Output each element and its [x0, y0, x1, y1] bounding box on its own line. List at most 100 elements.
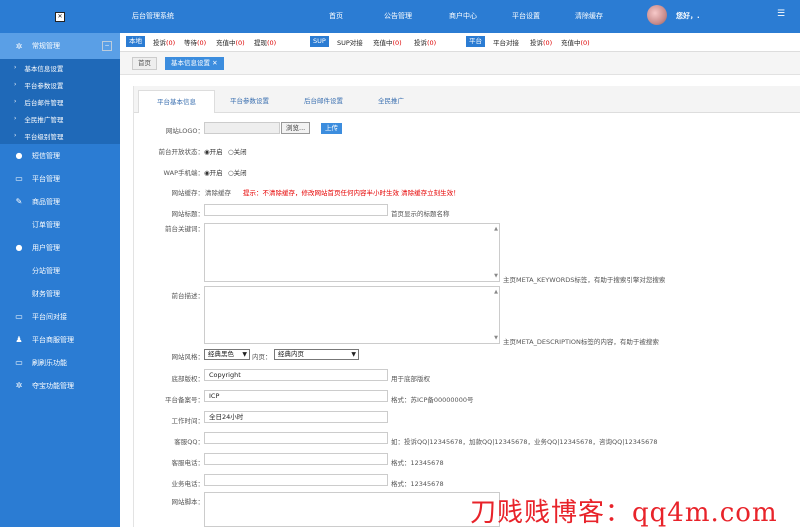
sidebar-item-sms[interactable]: ● 短信管理 — [0, 144, 120, 167]
logo-file-input[interactable] — [204, 122, 280, 134]
scroll-down-icon[interactable]: ▼ — [494, 273, 498, 279]
status-item[interactable]: SUP对接 — [337, 37, 363, 47]
app-title: 后台管理系统 — [132, 12, 174, 20]
tab-mail-settings[interactable]: 后台邮件设置 — [304, 95, 343, 105]
tab-platform-params[interactable]: 平台参数设置 — [230, 95, 269, 105]
user-greeting[interactable]: 您好，. — [676, 11, 700, 21]
scroll-up-icon[interactable]: ▲ — [494, 226, 498, 232]
sidebar-item-substations[interactable]: 分站管理 — [0, 259, 120, 282]
radio-wap-off[interactable]: ○关闭 — [228, 167, 247, 177]
icp-input[interactable]: ICP — [204, 390, 388, 402]
title-label: 网站标题： — [171, 210, 205, 218]
qq-input[interactable] — [204, 432, 388, 444]
business-phone-input[interactable] — [204, 474, 388, 486]
status-bar: 本地 投诉(0) 等待(0) 充值中(0) 提现(0) SUP SUP对接 充值… — [120, 33, 800, 52]
sidebar-subitem[interactable]: › 基本信息设置 — [0, 59, 120, 76]
watermark: 刀贱贱博客：qq4m.com — [470, 498, 778, 528]
sup-tag: SUP — [310, 36, 329, 47]
clear-cache-link[interactable]: 清除缓存 — [205, 187, 231, 197]
sidebar-subitem[interactable]: › 平台参数设置 — [0, 76, 120, 93]
status-item[interactable]: 平台对接 — [493, 37, 519, 47]
status-item[interactable]: 充值中(0) — [561, 37, 590, 47]
icp-label: 平台备案号： — [165, 396, 204, 404]
sidebar-item-orders[interactable]: 订单管理 — [0, 213, 120, 236]
nav-announcements[interactable]: 公告管理 — [384, 11, 412, 21]
description-textarea[interactable]: ▲ ▼ — [204, 286, 500, 344]
style-label: 网站风格： — [171, 353, 205, 361]
phone-hint: 格式：12345678 — [391, 459, 444, 467]
nav-home[interactable]: 首页 — [329, 11, 343, 21]
hours-input[interactable]: 全日24小时 — [204, 411, 388, 423]
qq-label: 客服QQ： — [174, 438, 204, 446]
business-phone-label: 业务电话： — [171, 480, 205, 488]
nav-platform-settings[interactable]: 平台设置 — [512, 11, 540, 21]
hours-label: 工作时间： — [171, 417, 205, 425]
location-pin-icon: ● — [15, 151, 23, 160]
top-nav-bar: 后台管理系统 首页 公告管理 商户中心 平台设置 清除缓存 您好，. ☰ — [120, 0, 800, 33]
tab-promotion[interactable]: 全民推广 — [378, 95, 404, 105]
status-item[interactable]: 投诉(0) — [530, 37, 552, 47]
status-item[interactable]: 投诉(0) — [153, 37, 175, 47]
sidebar-item-general[interactable]: ✲ 常规管理 − — [0, 33, 120, 59]
sidebar-subitem[interactable]: › 平台级别管理 — [0, 127, 120, 144]
radio-open-off[interactable]: ○关闭 — [228, 146, 247, 156]
location-pin-icon: ● — [15, 243, 23, 252]
chevron-right-icon: › — [14, 64, 17, 71]
status-item[interactable]: 充值中(0) — [216, 37, 245, 47]
site-title-input[interactable] — [204, 204, 388, 216]
script-textarea[interactable] — [204, 492, 500, 527]
radio-wap-on[interactable]: ◉开启 — [204, 167, 223, 177]
cache-tip: 提示：不清除缓存，修改网站首页任何内容半小时生效 清除缓存立刻生效！ — [243, 189, 460, 197]
copyright-input[interactable]: Copyright — [204, 369, 388, 381]
sidebar-subitem[interactable]: › 全民推广管理 — [0, 110, 120, 127]
phone-input[interactable] — [204, 453, 388, 465]
browse-button[interactable]: 浏览... — [281, 122, 311, 134]
main-panel: 平台基本信息 平台参数设置 后台邮件设置 全民推广 网站LOGO： 浏览... … — [133, 86, 800, 527]
qq-hint: 如：投诉QQ|12345678，加款QQ|12345678，业务QQ|12345… — [391, 438, 658, 446]
upload-button[interactable]: 上传 — [321, 123, 342, 134]
hamburger-icon[interactable]: ☰ — [777, 9, 785, 19]
breadcrumb-current[interactable]: 基本信息设置 ✕ — [165, 57, 224, 70]
status-item[interactable]: 提现(0) — [254, 37, 276, 47]
collapse-icon[interactable]: − — [102, 41, 112, 51]
tab-basic-info[interactable]: 平台基本信息 — [138, 90, 215, 113]
status-item[interactable]: 充值中(0) — [373, 37, 402, 47]
title-hint: 首页显示的标题名称 — [391, 210, 450, 218]
sidebar-subitem[interactable]: › 后台邮件管理 — [0, 93, 120, 110]
sidebar-item-finance[interactable]: 财务管理 — [0, 282, 120, 305]
status-item[interactable]: 等待(0) — [184, 37, 206, 47]
style-select[interactable]: 经典黑色 ▼ — [204, 349, 250, 360]
cache-label: 网站缓存： — [171, 189, 205, 197]
business-phone-hint: 格式：12345678 — [391, 480, 444, 488]
chevron-down-icon: ▼ — [351, 351, 356, 358]
avatar[interactable] — [647, 5, 667, 25]
x-box-icon: ✕ — [55, 11, 65, 22]
nav-clear-cache[interactable]: 清除缓存 — [575, 11, 603, 21]
sidebar-item-platform[interactable]: ▭ 平台管理 — [0, 167, 120, 190]
sidebar-item-treasure[interactable]: ✲ 夺宝功能管理 — [0, 374, 120, 397]
icp-hint: 格式：苏ICP备00000000号 — [391, 396, 474, 404]
scroll-up-icon[interactable]: ▲ — [494, 289, 498, 295]
inner-page-select[interactable]: 经典内页 ▼ — [274, 349, 359, 360]
settings-tabs: 平台基本信息 平台参数设置 后台邮件设置 全民推广 — [134, 86, 800, 113]
copyright-label: 底部版权： — [171, 375, 205, 383]
copyright-hint: 用于底部版权 — [391, 375, 430, 383]
radio-open-on[interactable]: ◉开启 — [204, 146, 223, 156]
sidebar-item-shuashuale[interactable]: ▭ 刷刷乐功能 — [0, 351, 120, 374]
chevron-down-icon: ▼ — [242, 351, 247, 358]
sidebar-item-users[interactable]: ● 用户管理 — [0, 236, 120, 259]
chevron-right-icon: › — [14, 81, 17, 88]
sidebar-item-interconnect[interactable]: ▭ 平台间对接 — [0, 305, 120, 328]
sidebar-item-merchants[interactable]: ♟ 平台商服管理 — [0, 328, 120, 351]
keywords-label: 前台关键词： — [165, 225, 204, 233]
script-label: 网站脚本： — [171, 498, 205, 506]
nav-merchant-center[interactable]: 商户中心 — [449, 11, 477, 21]
scroll-down-icon[interactable]: ▼ — [494, 335, 498, 341]
status-item[interactable]: 投诉(0) — [414, 37, 436, 47]
chevron-right-icon: › — [14, 115, 17, 122]
keywords-textarea[interactable]: ▲ ▼ — [204, 223, 500, 282]
sidebar-item-label: 常规管理 — [32, 42, 60, 50]
breadcrumb-home[interactable]: 首页 — [132, 57, 157, 70]
open-status-label: 前台开放状态： — [158, 148, 205, 156]
sidebar-item-products[interactable]: ✎ 商品管理 — [0, 190, 120, 213]
